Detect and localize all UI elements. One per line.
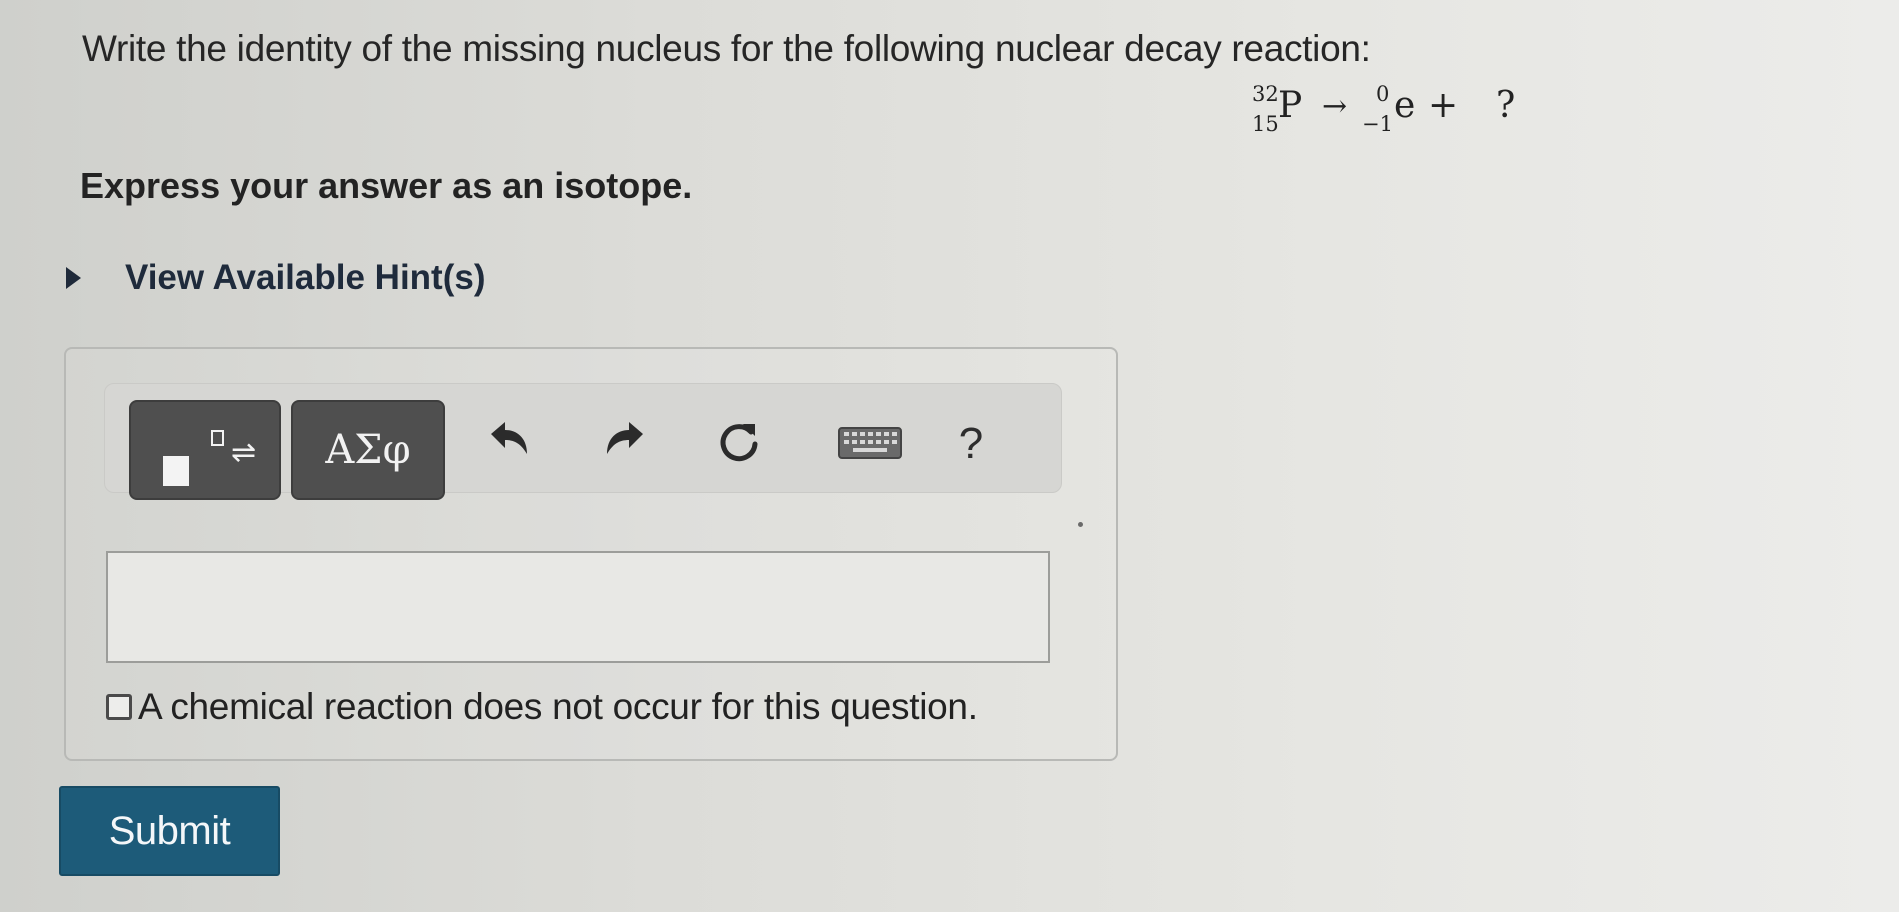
submit-button[interactable]: Submit [59,786,280,876]
product-atomic-number: −1 [1362,112,1393,136]
product-symbol: e [1394,85,1416,126]
reaction-arrow: → [1322,89,1348,124]
no-reaction-option[interactable]: A chemical reaction does not occur for t… [106,683,978,731]
resize-handle-dot [1078,522,1083,527]
template-base-icon [163,456,189,486]
reactant-mass-number: 32 [1252,82,1279,106]
templates-button[interactable]: ⇌ [129,400,281,500]
caret-right-icon [66,267,81,289]
no-reaction-label: A chemical reaction does not occur for t… [138,686,978,727]
greek-symbols-label: ΑΣφ [325,427,411,473]
keyboard-button[interactable] [833,410,909,474]
answer-instruction: Express your answer as an isotope. [80,165,693,206]
answer-panel: ⇌ ΑΣφ ? A chemical reaction does not occ… [64,347,1118,761]
redo-button[interactable] [593,410,657,474]
product-mass-number: 0 [1376,82,1390,106]
reactant-atomic-number: 15 [1252,112,1279,136]
no-reaction-checkbox[interactable] [106,694,132,720]
unknown-nucleus: ? [1496,85,1516,126]
math-toolbar: ⇌ ΑΣφ ? [104,383,1062,500]
redo-icon [607,422,643,454]
reset-button[interactable] [707,410,771,474]
product-nuclide: 0 −1 e [1362,84,1422,144]
greek-symbols-button[interactable]: ΑΣφ [291,400,445,500]
undo-button[interactable] [477,410,541,474]
answer-input[interactable] [106,551,1050,663]
reactant-symbol: P [1278,85,1303,126]
view-hints-label: View Available Hint(s) [125,258,486,297]
view-hints-toggle[interactable]: View Available Hint(s) [66,254,485,302]
keyboard-icon [838,427,902,459]
equilibrium-arrows-icon: ⇌ [231,436,257,469]
plus-sign: + [1428,85,1459,126]
reset-icon [720,424,758,462]
question-prompt: Write the identity of the missing nucleu… [82,28,1371,69]
undo-icon [491,422,527,454]
reactant-nuclide: 32 15 P [1252,84,1322,144]
template-superscript-icon [211,430,224,446]
help-button[interactable]: ? [947,414,995,474]
